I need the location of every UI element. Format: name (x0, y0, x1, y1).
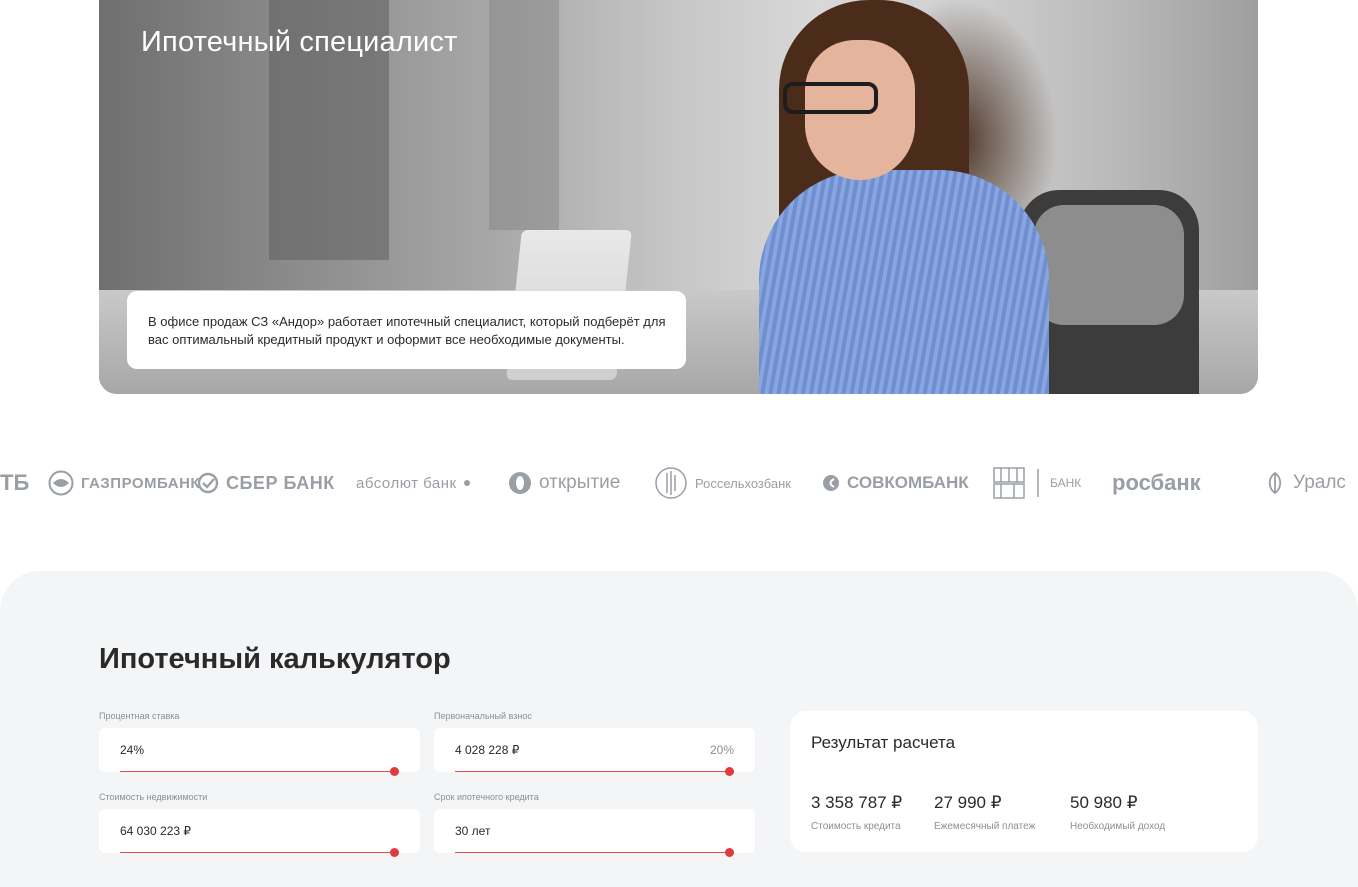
bank-logo-sovcombank: СОВКОМБАНК (822, 462, 969, 504)
bank-logo-rosselkhozbank: Россельхозбанк (654, 462, 791, 504)
down-payment-percent: 20% (709, 743, 734, 757)
monthly-payment-result: 27 990 ₽ Ежемесячный платеж (934, 793, 1035, 832)
sber-logo-icon (197, 472, 219, 494)
bank-logo-vtb: ТБ (0, 462, 29, 504)
specialist-hero: Ипотечный специалист В офисе продаж СЗ «… (99, 0, 1258, 394)
bank-name: БАНК (1050, 476, 1082, 490)
result-title: Результат расчета (811, 733, 956, 752)
bank-name: ТБ (0, 470, 30, 495)
sovcombank-logo-icon (822, 474, 840, 492)
down-payment-label: Первоначальный взнос (434, 711, 532, 721)
required-income-result: 50 980 ₽ Необходимый доход (1070, 793, 1165, 832)
specialist-glasses (783, 82, 878, 114)
credit-cost-result: 3 358 787 ₽ Стоимость кредита (811, 793, 902, 832)
monthly-payment-value: 27 990 ₽ (934, 793, 1002, 812)
partner-banks-strip: ТБ ГАЗПРОМБАНК СБЕР БАНК абсолют банк от… (0, 462, 1358, 504)
property-cost-field[interactable]: 64 030 223 ₽ (99, 809, 420, 857)
down-payment-value: 4 028 228 ₽ (455, 743, 520, 757)
uralsib-logo-icon (1264, 472, 1286, 494)
bank-logo-gazprombank: ГАЗПРОМБАНК (48, 462, 200, 504)
property-cost-slider-track[interactable] (120, 852, 399, 853)
hero-description-card: В офисе продаж СЗ «Андор» работает ипоте… (127, 291, 686, 369)
credit-cost-value: 3 358 787 ₽ (811, 793, 903, 812)
bank-name: открытие (539, 472, 621, 493)
property-cost-slider-thumb[interactable] (390, 848, 399, 857)
chair-back (1034, 205, 1184, 325)
term-slider-track[interactable] (455, 852, 734, 853)
dom-rf-logo-icon (992, 466, 1026, 500)
term-value: 30 лет (455, 824, 491, 838)
bank-logo-dom-rf: БАНК (992, 462, 1081, 504)
down-payment-slider-thumb[interactable] (725, 767, 734, 776)
down-payment-field[interactable]: 4 028 228 ₽ 20% (434, 728, 755, 776)
bank-name: ГАЗПРОМБАНК (81, 474, 201, 492)
property-cost-value: 64 030 223 ₽ (120, 824, 192, 838)
calculator-title: Ипотечный калькулятор (99, 643, 451, 675)
bank-logo-otkritie: открытие (508, 462, 620, 504)
property-cost-label: Стоимость недвижимости (99, 792, 208, 802)
otkritie-logo-icon (508, 471, 532, 495)
required-income-value: 50 980 ₽ (1070, 793, 1138, 812)
required-income-label: Необходимый доход (1070, 821, 1166, 832)
dot-icon (463, 480, 470, 486)
rate-slider-track[interactable] (120, 771, 399, 772)
bank-logo-absolut: абсолют банк (356, 462, 470, 504)
divider-icon (1033, 469, 1043, 497)
hero-description: В офисе продаж СЗ «Андор» работает ипоте… (148, 314, 666, 347)
background-shelf (489, 0, 559, 230)
bank-name: росбанк (1112, 470, 1201, 495)
bank-logo-rosbank: росбанк (1112, 462, 1201, 504)
term-label: Срок ипотечного кредита (434, 792, 539, 802)
bank-name: Россельхозбанк (695, 475, 791, 491)
mortgage-calculator: Ипотечный калькулятор Процентная ставка … (0, 571, 1358, 887)
bank-name: СОВКОМБАНК (847, 473, 969, 492)
bank-name: СБЕР БАНК (226, 472, 335, 493)
bank-logo-uralsib: Уралс (1264, 462, 1346, 504)
specialist-shirt (759, 170, 1049, 394)
bank-logo-sber: СБЕР БАНК (197, 462, 335, 504)
calculation-result-card: Результат расчета 3 358 787 ₽ Стоимость … (790, 711, 1258, 852)
bank-name: Уралс (1293, 472, 1346, 493)
rate-slider-thumb[interactable] (390, 767, 399, 776)
monthly-payment-label: Ежемесячный платеж (934, 821, 1036, 832)
down-payment-slider-track[interactable] (455, 771, 734, 772)
rate-field[interactable]: 24% (99, 728, 420, 776)
gazprombank-logo-icon (48, 470, 74, 496)
hero-title: Ипотечный специалист (141, 26, 458, 58)
rosselkhozbank-logo-icon (654, 465, 688, 501)
term-slider-thumb[interactable] (725, 848, 734, 857)
term-field[interactable]: 30 лет (434, 809, 755, 857)
rate-label: Процентная ставка (99, 711, 180, 721)
credit-cost-label: Стоимость кредита (811, 821, 901, 832)
bank-name: абсолют банк (356, 474, 457, 492)
rate-value: 24% (120, 743, 145, 757)
